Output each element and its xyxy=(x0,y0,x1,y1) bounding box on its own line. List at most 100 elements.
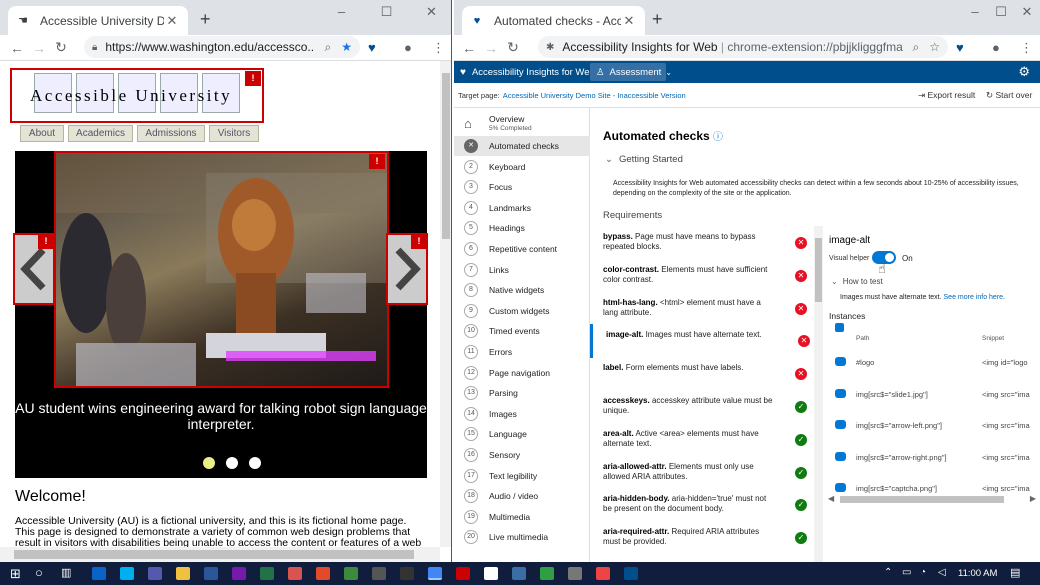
bookmark-star-icon[interactable]: ☆ xyxy=(929,40,940,54)
menu-icon[interactable]: ⋮ xyxy=(1020,40,1033,56)
instances-scrollbar[interactable]: ◀ ▶ xyxy=(826,494,1040,506)
search-icon[interactable]: ○ xyxy=(35,565,43,580)
requirement-row[interactable]: accesskeys. accesskey attribute value mu… xyxy=(590,390,810,424)
see-more-link[interactable]: See more info here. xyxy=(944,294,1005,301)
minimize-icon[interactable]: – xyxy=(962,4,988,20)
back-icon[interactable]: ← xyxy=(6,40,28,56)
notification-icon[interactable]: ▤ xyxy=(1010,566,1020,579)
scroll-left-icon[interactable]: ◀ xyxy=(828,494,834,503)
nav-item-language[interactable]: 15 Language xyxy=(454,424,590,444)
outlook-icon[interactable] xyxy=(92,567,106,580)
site-logo[interactable]: Accessible University ! xyxy=(10,68,264,123)
forward-icon[interactable]: → xyxy=(480,40,502,56)
mode-dropdown[interactable]: ♙ Assessment ⌄ xyxy=(590,63,672,81)
bookmark-star-icon[interactable]: ★ xyxy=(341,40,352,54)
reload-icon[interactable]: ↻ xyxy=(502,39,524,56)
excel-icon[interactable] xyxy=(260,567,274,580)
address-bar[interactable]: 🔒︎ https://www.washington.edu/accessco..… xyxy=(84,36,360,58)
slide-dot-3[interactable] xyxy=(249,457,261,469)
target-page-link[interactable]: Accessible University Demo Site - Inacce… xyxy=(503,91,686,100)
volume-icon[interactable]: ◁ xyxy=(938,567,946,578)
new-tab-button[interactable]: + xyxy=(200,10,211,28)
requirement-row[interactable]: image-alt. Images must have alternate te… xyxy=(590,324,810,359)
nav-item-page-navigation[interactable]: 12 Page navigation xyxy=(454,363,590,383)
accessibility-insights-taskbar-icon[interactable] xyxy=(624,567,638,580)
solitaire-icon[interactable] xyxy=(484,567,498,580)
nav-item-custom-widgets[interactable]: 9 Custom widgets xyxy=(454,301,590,321)
nav-item-focus[interactable]: 3 Focus xyxy=(454,177,590,197)
profile-icon[interactable]: ● xyxy=(404,40,412,55)
nav-item-timed-events[interactable]: 10 Timed events xyxy=(454,321,590,341)
snagit-icon[interactable] xyxy=(596,567,610,580)
reload-icon[interactable]: ↻ xyxy=(50,39,72,56)
terminal-icon[interactable] xyxy=(400,567,414,580)
slide-dot-2[interactable] xyxy=(226,457,238,469)
instance-row[interactable]: img[src$="arrow-left.png"] <img src="ima xyxy=(826,410,1040,441)
vertical-scrollbar[interactable] xyxy=(440,61,451,547)
nav-about[interactable]: About xyxy=(20,125,64,142)
accessibility-insights-extension-icon[interactable]: ♥ xyxy=(956,40,964,55)
highlight-eye-icon[interactable] xyxy=(835,420,846,429)
highlight-eye-icon[interactable] xyxy=(835,357,846,366)
info-icon[interactable]: ⓘ xyxy=(713,132,723,143)
minimize-icon[interactable]: – xyxy=(319,4,364,20)
forward-icon[interactable]: → xyxy=(28,40,50,56)
highlight-eye-icon[interactable] xyxy=(835,451,846,461)
address-bar[interactable]: ✱ Accessibility Insights for Web | chrom… xyxy=(538,36,948,58)
network-icon[interactable]: ◔ xyxy=(920,567,926,578)
nav-item-native-widgets[interactable]: 8 Native widgets xyxy=(454,280,590,300)
instance-row[interactable]: #logo <img id="logo xyxy=(826,347,1040,378)
nav-item-keyboard[interactable]: 2 Keyboard xyxy=(454,157,590,177)
camtasia-icon[interactable] xyxy=(540,567,554,580)
nav-item-live-multimedia[interactable]: 20 Live multimedia xyxy=(454,527,590,547)
paint-icon[interactable] xyxy=(288,567,302,580)
requirement-row[interactable]: color-contrast. Elements must have suffi… xyxy=(590,259,810,293)
screen-icon[interactable] xyxy=(512,567,526,580)
onenote-icon[interactable] xyxy=(232,567,246,580)
instance-row[interactable]: img[src$="slide1.jpg"] <img src="ima xyxy=(826,379,1040,410)
requirements-scrollbar[interactable] xyxy=(814,226,823,562)
nav-item-automated-checks[interactable]: ✕ Automated checks xyxy=(454,136,590,156)
nav-admissions[interactable]: Admissions xyxy=(137,125,205,142)
new-tab-button[interactable]: + xyxy=(652,10,663,28)
tab-automated-checks[interactable]: ♥ Automated checks - Accessibility ✕ xyxy=(462,6,645,35)
nav-item-images[interactable]: 14 Images xyxy=(454,404,590,424)
zoom-icon[interactable]: ⌕ xyxy=(325,40,332,55)
scroll-thumb[interactable] xyxy=(815,238,822,302)
highlight-eye-icon[interactable] xyxy=(835,483,846,492)
scroll-thumb[interactable] xyxy=(14,550,414,559)
nav-item-headings[interactable]: 5 Headings xyxy=(454,218,590,238)
requirement-row[interactable]: aria-allowed-attr. Elements must only us… xyxy=(590,456,810,490)
close-window-icon[interactable]: ✕ xyxy=(409,4,451,20)
select-all-eye-icon[interactable] xyxy=(835,323,844,332)
zoom-icon[interactable]: ⌕ xyxy=(913,40,920,55)
requirement-row[interactable]: aria-hidden-body. aria-hidden='true' mus… xyxy=(590,488,810,522)
git-icon[interactable] xyxy=(568,567,582,580)
scroll-right-icon[interactable]: ▶ xyxy=(1030,494,1036,503)
windows-start-icon[interactable]: ⊞ xyxy=(10,566,21,582)
nav-item-links[interactable]: 7 Links xyxy=(454,260,590,280)
nav-item-errors[interactable]: 11 Errors xyxy=(454,342,590,362)
chevron-up-icon[interactable]: ⌃ xyxy=(884,567,892,578)
horizontal-scrollbar[interactable] xyxy=(0,547,440,562)
menu-icon[interactable]: ⋮ xyxy=(432,40,445,56)
highlight-eye-icon[interactable] xyxy=(835,388,846,398)
nav-item-text-legibility[interactable]: 17 Text legibility xyxy=(454,466,590,486)
slide-dot-1[interactable] xyxy=(203,457,215,469)
nav-item-audio-video[interactable]: 18 Audio / video xyxy=(454,486,590,506)
figma-icon[interactable] xyxy=(316,567,330,580)
requirement-row[interactable]: bypass. Page must have means to bypass r… xyxy=(590,226,810,260)
profile-icon[interactable]: ● xyxy=(992,40,1000,55)
close-window-icon[interactable]: ✕ xyxy=(1014,4,1040,20)
nav-visitors[interactable]: Visitors xyxy=(209,125,259,142)
settings-gear-icon[interactable]: ⚙ xyxy=(1018,64,1030,80)
skype-icon[interactable] xyxy=(120,567,134,580)
slider-next-button[interactable]: ! xyxy=(386,233,428,305)
requirement-row[interactable]: area-alt. Active <area> elements must ha… xyxy=(590,423,810,457)
nav-item-sensory[interactable]: 16 Sensory xyxy=(454,445,590,465)
requirement-row[interactable]: html-has-lang. <html> element must have … xyxy=(590,292,810,326)
close-tab-icon[interactable]: ✕ xyxy=(164,13,180,29)
app-icon[interactable] xyxy=(372,567,386,580)
clock[interactable]: 11:00 AM xyxy=(958,568,997,579)
file-explorer-icon[interactable] xyxy=(176,567,190,580)
